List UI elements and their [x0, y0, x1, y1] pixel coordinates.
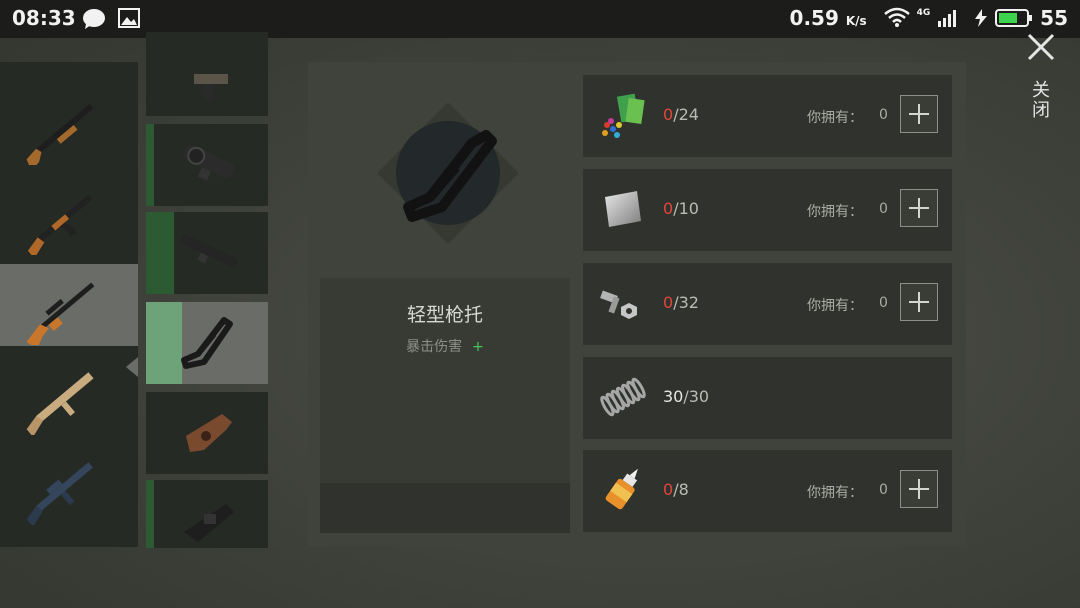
charging-icon — [975, 9, 988, 27]
glue-icon — [605, 468, 638, 510]
material-need: /8 — [673, 480, 689, 499]
material-need: /24 — [673, 105, 699, 124]
image-icon — [118, 8, 140, 28]
bolts-nuts-icon — [600, 290, 637, 319]
add-material-button[interactable] — [900, 470, 938, 508]
owned-value: 0 — [879, 295, 888, 311]
attachment-progress — [146, 480, 154, 548]
item-stat: 暴击伤害 + — [320, 336, 570, 356]
material-have: 0 — [663, 293, 674, 312]
stock-icon — [181, 317, 233, 369]
wooden-stock-icon — [186, 414, 232, 452]
material-count: 30/30 — [663, 387, 709, 406]
attachment-slot-long-scope[interactable] — [146, 212, 268, 294]
attachment-slot-wooden-stock[interactable] — [146, 392, 268, 474]
attachment-progress — [146, 212, 174, 294]
material-have: 0 — [663, 105, 674, 124]
shotgun-icon — [26, 103, 94, 165]
add-material-button[interactable] — [900, 95, 938, 133]
material-row-spring: 30/30 — [583, 357, 952, 439]
material-count: 0/8 — [663, 480, 689, 499]
m4-rifle-icon — [26, 462, 93, 525]
owned-label: 你拥有： — [807, 204, 863, 220]
speed-unit: K/s — [845, 14, 867, 28]
item-stat-label: 暴击伤害 — [406, 339, 463, 355]
close-icon[interactable] — [1026, 32, 1056, 62]
material-have: 0 — [663, 199, 674, 218]
status-right: 0.59 K/s 4G 55 — [790, 6, 1068, 30]
attachment-slot-scope-mount[interactable] — [146, 32, 268, 116]
black-stock-icon — [184, 504, 234, 542]
material-need: /32 — [673, 293, 699, 312]
tan-rifle-icon — [26, 372, 94, 435]
weapon-slot-ak[interactable] — [0, 174, 138, 256]
battery-icon — [995, 9, 1033, 27]
material-row-cloth: 0/24 你拥有： 0 — [583, 75, 952, 157]
battery-level: 55 — [1040, 6, 1068, 30]
material-count: 0/32 — [663, 293, 699, 312]
red-dot-scope-icon — [183, 145, 235, 181]
attachment-slot-stock[interactable] — [146, 302, 268, 384]
ak-rifle-icon — [27, 195, 93, 255]
item-info: 轻型枪托 暴击伤害 + — [320, 278, 570, 533]
owned-label: 你拥有： — [807, 298, 863, 314]
material-need: /10 — [673, 199, 699, 218]
weapon-list — [0, 62, 138, 547]
material-row-glue: 0/8 你拥有： 0 — [583, 450, 952, 532]
add-material-button[interactable] — [900, 189, 938, 227]
material-have: 30 — [663, 387, 684, 406]
material-count: 0/24 — [663, 105, 699, 124]
scope-mount-icon — [194, 74, 228, 100]
material-have: 0 — [663, 480, 674, 499]
material-need: /30 — [683, 387, 710, 406]
owned-value: 0 — [879, 201, 888, 217]
cloth-and-tools-icon — [602, 93, 645, 138]
item-info-footer — [320, 483, 570, 533]
material-count: 0/10 — [663, 199, 699, 218]
item-stat-plus: + — [472, 339, 484, 355]
wifi-icon — [883, 7, 910, 27]
attachment-list — [146, 32, 268, 548]
add-material-button[interactable] — [900, 283, 938, 321]
spring-icon — [600, 377, 646, 417]
material-row-metal: 0/10 你拥有： 0 — [583, 169, 952, 251]
owned-value: 0 — [879, 482, 888, 498]
sniper-rifle-icon — [26, 282, 95, 345]
material-row-bolts: 0/32 你拥有： 0 — [583, 263, 952, 345]
attachment-slot-black-stock[interactable] — [146, 480, 268, 548]
metal-plate-icon — [605, 191, 641, 227]
weapon-slot-shotgun[interactable] — [0, 84, 138, 166]
chat-icon — [83, 9, 105, 29]
item-preview — [378, 103, 518, 243]
attachment-progress — [146, 124, 154, 206]
owned-label: 你拥有： — [807, 485, 863, 501]
signal-icon — [938, 10, 957, 27]
network-speed: 0.59 — [789, 6, 839, 30]
close-label[interactable]: 关闭 — [1029, 80, 1052, 120]
weapon-slot-m4[interactable] — [0, 444, 138, 526]
weapon-slot-sniper[interactable] — [0, 264, 138, 346]
network-type: 4G — [916, 8, 931, 18]
item-name: 轻型枪托 — [406, 304, 483, 326]
attachment-slot-red-dot-scope[interactable] — [146, 124, 268, 206]
owned-label: 你拥有： — [807, 110, 863, 126]
clock: 08:33 — [12, 6, 76, 30]
long-scope-icon — [180, 234, 239, 268]
weapon-slot-tan-rifle[interactable] — [0, 354, 138, 436]
owned-value: 0 — [879, 107, 888, 123]
